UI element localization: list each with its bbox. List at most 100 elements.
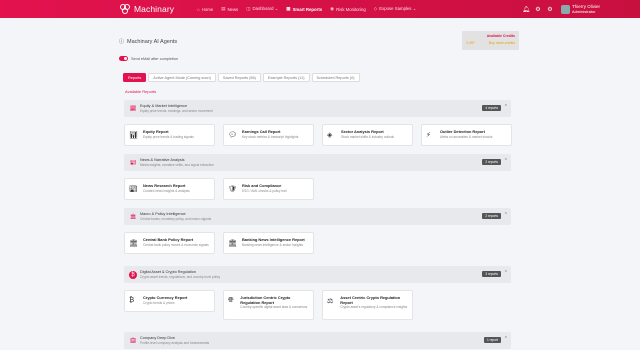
available-reports-heading: Available Reports [125, 89, 157, 94]
report-card-title: Jurisdiction Centric Crypto Regulation R… [240, 295, 291, 305]
report-card[interactable]: ⚖︎ Asset Centric Crypto Regulation Report… [322, 290, 413, 320]
report-count-badge: 4 reports [482, 105, 501, 111]
email-toggle-row: Send eMail after completion [119, 56, 178, 61]
section-title: Macro & Policy Intelligence [140, 212, 186, 216]
nav-smart-reports[interactable]: ▦ Smart Reports [282, 0, 326, 18]
section-header[interactable]: 🏢︎ Company Deep Dive Profile-level company… [124, 332, 511, 349]
top-navbar: Machinary ⌂ Home ▤ News ◫ Dashboard ⌄ ▦ Smar… [0, 0, 640, 18]
report-card[interactable]: 📊︎ Equity Report Equity price trends & tra… [124, 124, 215, 146]
logo-icon [120, 4, 130, 14]
newspaper-icon: 📰︎ [129, 186, 138, 193]
nav-label: Risk Monitoring [336, 6, 366, 12]
report-count-badge: 1 report [484, 337, 501, 343]
globe-icon: 🌐︎ [228, 297, 234, 304]
main-nav: ⌂ Home ▤ News ◫ Dashboard ⌄ ▦ Smart Reports … [193, 0, 420, 18]
section-header[interactable]: 🏛︎ Macro & Policy Intelligence Central ban… [124, 208, 511, 225]
section-desc: Crypto asset trends, regulations, and co… [140, 275, 221, 279]
bank-icon: 🏛︎ [228, 240, 237, 247]
report-card-desc: Equity price trends & trading signals [143, 134, 194, 139]
bell-icon[interactable]: 🔔︎ [520, 6, 532, 13]
report-card[interactable]: 💬︎ Earnings Call Report Key stock metrics … [223, 124, 314, 146]
news-icon: ▤ [221, 6, 226, 11]
layers-icon: ◈ [327, 132, 333, 139]
tab-4[interactable]: Scheduled Reports (0) [311, 73, 360, 82]
report-card-desc: ESG / AML checks & policy trail [242, 188, 287, 193]
navbar-right: 🔔︎ ⚙ ⚙ Thierry Olivier Administrator [520, 0, 640, 18]
shield-icon: 🛡︎ [228, 186, 237, 193]
report-card-title: Equity Report [143, 129, 169, 134]
nav-label: Dashboard ⌄ [252, 6, 279, 11]
report-card[interactable]: 📰︎ News Research Report Curated news insig… [124, 178, 215, 200]
section-desc: Central banks, monetary policy, and macr… [140, 217, 212, 221]
bitcoin-icon: ₿ [129, 270, 137, 279]
section-title: Equity & Market Intelligence [140, 104, 188, 108]
nav-label: News [227, 6, 239, 12]
section-desc: Media insights, narrative shifts, and si… [140, 163, 214, 167]
user-role: Administrator [572, 9, 596, 14]
report-card[interactable]: 🛡︎ Risk and Compliance ESG / AML checks & … [223, 178, 314, 200]
info-icon: ⓘ [119, 39, 125, 45]
user-menu[interactable]: Thierry Olivier Administrator [572, 4, 640, 14]
newspaper-icon: 📰︎ [129, 159, 137, 166]
credits-left: 2,497 [466, 41, 475, 45]
report-card-title: Central Bank Policy Report [143, 237, 194, 242]
chart-icon: 📊︎ [129, 132, 138, 139]
email-toggle[interactable] [119, 56, 128, 61]
report-card[interactable]: ₿ Crypto Currency Report Crypto trends & p… [124, 290, 215, 312]
section-desc: Profile-level company analysis and funda… [140, 341, 210, 345]
buy-credits-link[interactable]: Buy more credits [489, 41, 515, 45]
chevron-up-icon[interactable]: ⌃ [504, 104, 508, 110]
page-title: ⓘ Machinary AI Agents [119, 38, 178, 46]
chevron-up-icon[interactable]: ⌃ [504, 336, 508, 342]
chart-line-icon: 📈︎ [129, 105, 137, 112]
report-card-title: Earnings Call Report [242, 129, 281, 134]
reports-icon: ▦ [286, 6, 291, 11]
tab-1[interactable]: Active Agent Mode (Coming soon) [148, 73, 216, 82]
report-card[interactable]: 🏛︎ Banking News Intelligence Report Bankin… [223, 232, 314, 254]
nav-expose-samples[interactable]: ◇ Expose Samples ⌄ [370, 0, 421, 18]
report-card[interactable]: 🏛︎ Central Bank Policy Report Central bank… [124, 232, 215, 254]
section-header[interactable]: 📈︎ Equity & Market Intelligence Equity pri… [124, 100, 511, 117]
chevron-up-icon[interactable]: ⌃ [504, 158, 508, 164]
tab-2[interactable]: Saved Reports (56) [217, 73, 261, 82]
report-card-desc: Curated news insights & analysis [143, 188, 190, 193]
nav-news[interactable]: ▤ News [217, 0, 242, 18]
report-card-title: News Research Report [143, 183, 186, 188]
page-title-text: Machinary AI Agents [127, 38, 178, 45]
settings-icon[interactable]: ⚙ [544, 6, 556, 13]
app-logo[interactable]: Machinary [119, 3, 189, 15]
section-header[interactable]: ₿ Digital Asset & Crypto Regulation Crypto… [124, 266, 511, 283]
bitcoin-icon: ₿ [129, 297, 135, 304]
avatar[interactable] [561, 4, 570, 14]
report-card-title: Asset Centric Crypto Regulation Report [340, 295, 401, 305]
dashboard-icon: ◫ [246, 6, 251, 11]
bolt-icon: ⚡︎ [426, 132, 431, 139]
gear-icon[interactable]: ⚙ [532, 6, 544, 13]
section-desc: Equity price trends, earnings, and secto… [140, 109, 213, 113]
credits-panel: Available Credits 2,497 Buy more credits [462, 31, 519, 50]
chevron-up-icon[interactable]: ⌃ [504, 212, 508, 218]
scale-icon: ⚖︎ [327, 298, 334, 305]
report-count-badge: 2 reports [482, 159, 501, 165]
report-card[interactable]: 🌐︎ Jurisdiction Centric Crypto Regulation… [223, 290, 314, 320]
building-icon: 🏢︎ [129, 337, 137, 344]
section-title: Digital Asset & Crypto Regulation [140, 270, 196, 274]
report-count-badge: 2 reports [482, 213, 501, 219]
tab-3[interactable]: Example Reports (11) [262, 73, 310, 82]
section-header[interactable]: 📰︎ News & Narrative Analysis Media insight… [124, 154, 511, 171]
report-card-title: Sector Analysis Report [341, 129, 384, 134]
nav-dashboard[interactable]: ◫ Dashboard ⌄ [242, 0, 282, 18]
report-card-desc: Alerts on anomalies & market shocks [440, 134, 493, 139]
report-card-desc: Stock market shifts & industry outlook [341, 134, 395, 139]
report-card-desc: Country-specific digital asset laws & co… [240, 305, 308, 309]
report-card[interactable]: ⚡︎ Outlier Detection Report Alerts on anom… [421, 124, 512, 146]
report-card[interactable]: ◈ Sector Analysis Report Stock market shif… [322, 124, 413, 146]
report-card-title: Banking News Intelligence Report [242, 237, 305, 242]
report-card-title: Crypto Currency Report [143, 295, 188, 300]
nav-label: Smart Reports [292, 6, 323, 12]
chevron-up-icon[interactable]: ⌃ [504, 270, 508, 276]
nav-home[interactable]: ⌂ Home [193, 0, 217, 18]
report-card-desc: Crypto asset's regulatory & compliance i… [340, 305, 408, 309]
nav-risk-monitoring[interactable]: ◉ Risk Monitoring [326, 0, 370, 18]
tab-0[interactable]: Reports [123, 73, 147, 82]
